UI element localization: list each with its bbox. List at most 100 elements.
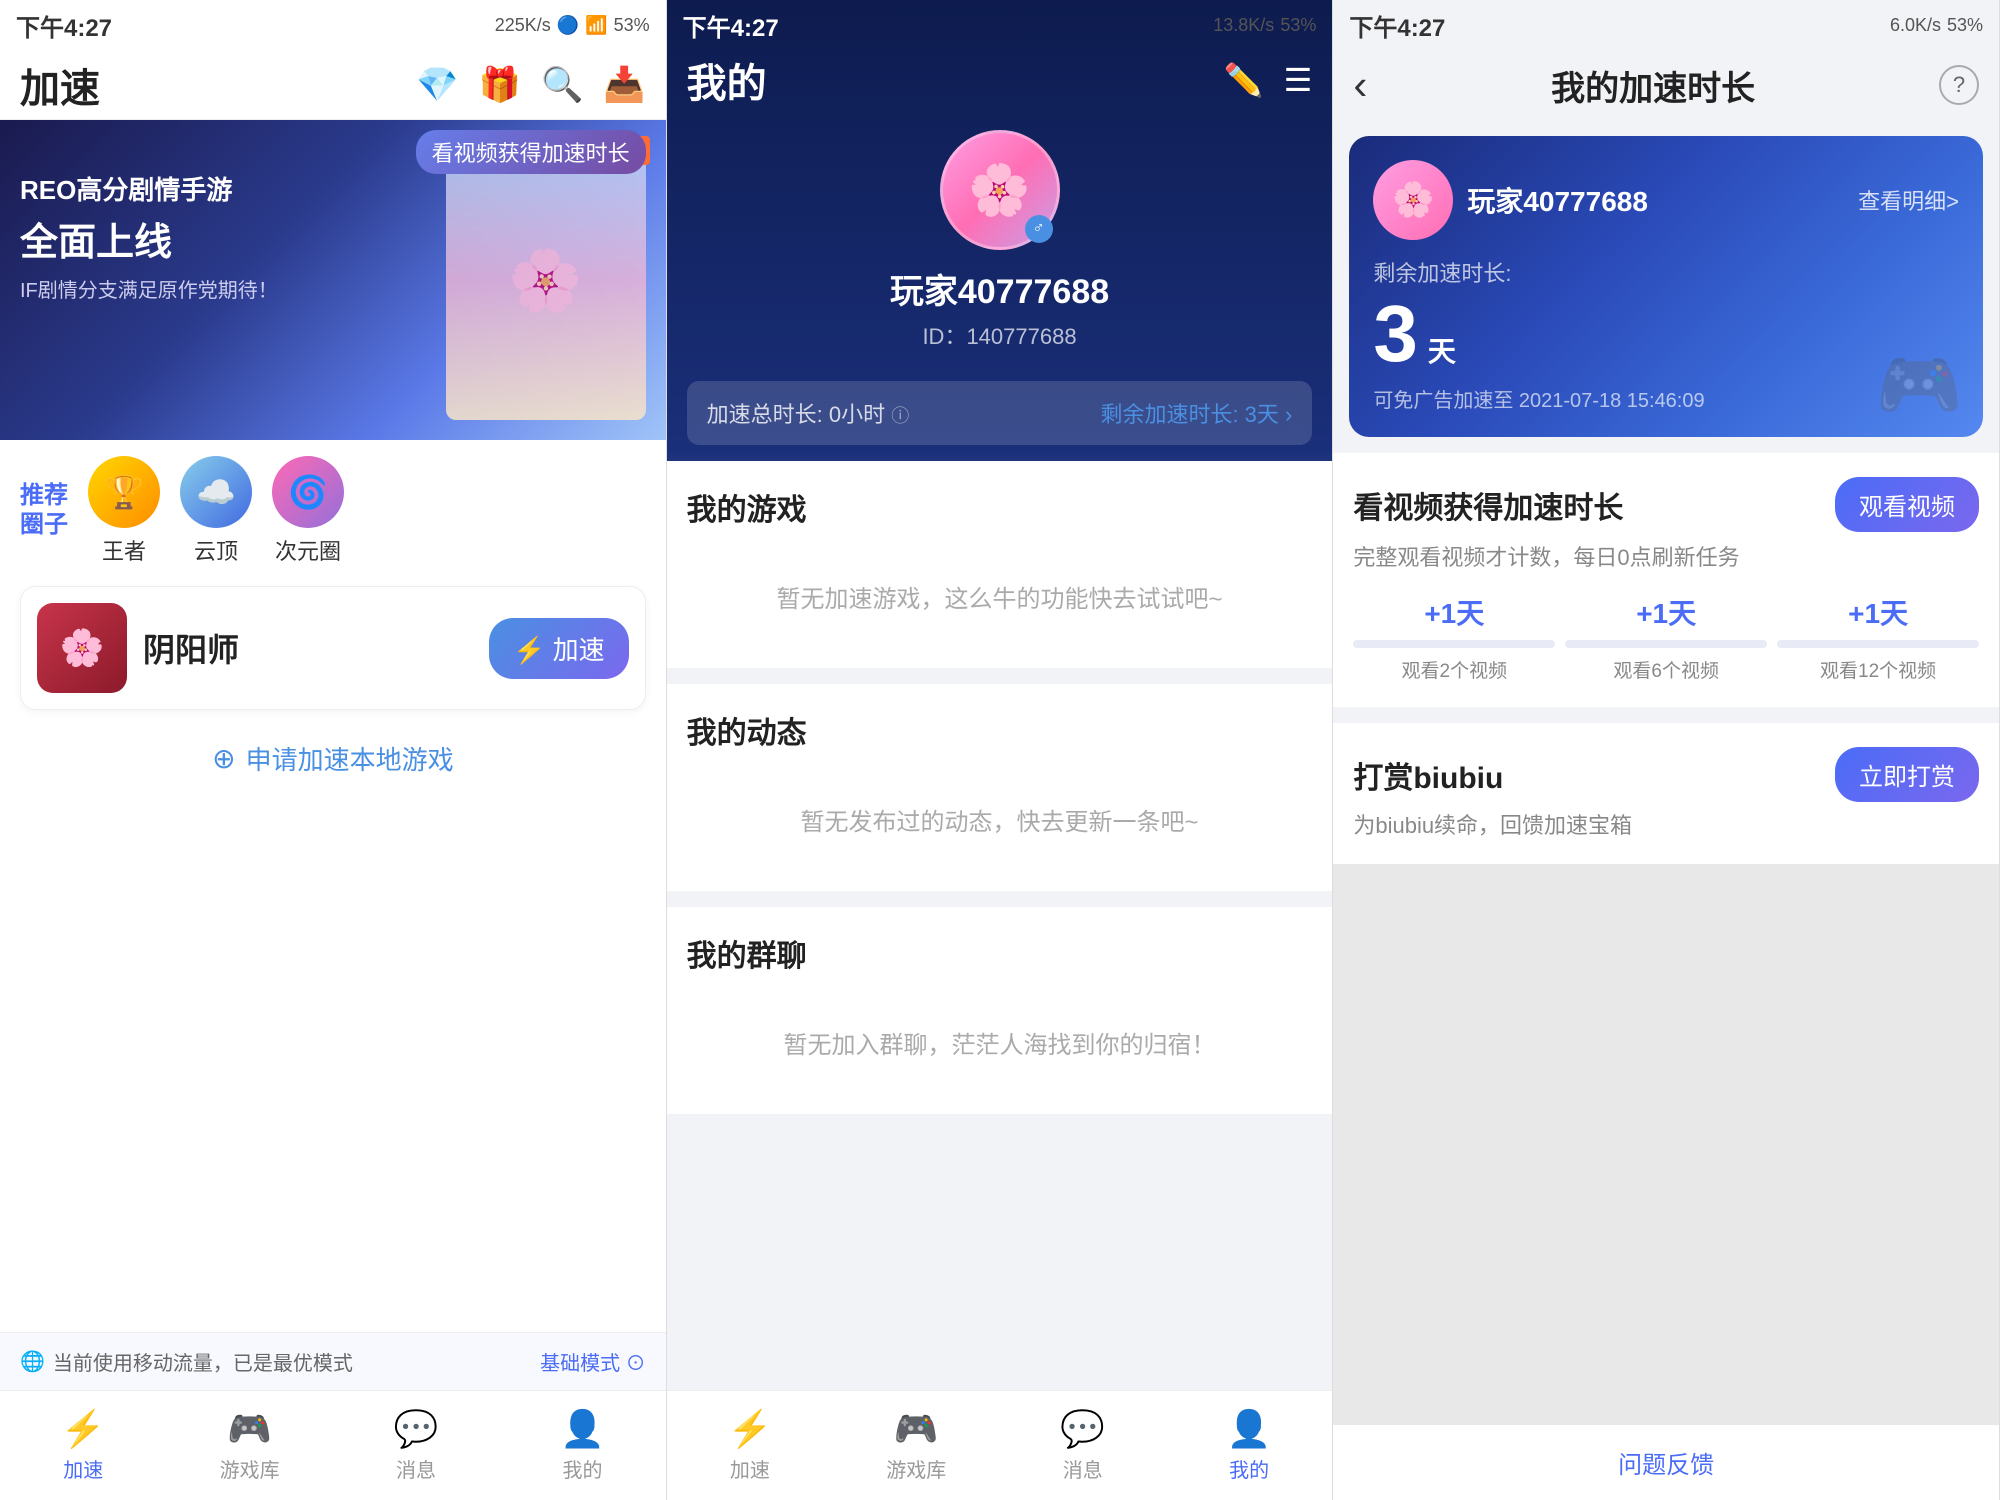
reward-item-2: +1天 观看6个视频 [1565, 592, 1767, 683]
profile-name: 玩家40777688 [890, 264, 1109, 313]
nav2-my-icon: 👤 [1227, 1408, 1272, 1450]
reward-bar-1 [1353, 640, 1555, 648]
plus-circle-icon: ⊕ [212, 742, 235, 775]
recommend-ciyuan[interactable]: 🌀 次元圈 [272, 456, 344, 566]
status-bar-3: 下午4:27 6.0K/s 53% [1333, 0, 1999, 50]
msg-nav-icon: 💬 [394, 1408, 439, 1450]
watch-video-button[interactable]: 观看视频 [1835, 477, 1979, 532]
status-icons-1: 225K/s 🔵 📶 53% [495, 15, 650, 36]
reward-item-1: +1天 观看2个视频 [1353, 592, 1555, 683]
reward-label-3: 观看12个视频 [1820, 656, 1936, 683]
remain-time[interactable]: 剩余加速时长: 3天 › [1100, 397, 1292, 429]
top-icons-2: ✏️ ☰ [1224, 61, 1313, 99]
battery-3: 53% [1947, 15, 1983, 36]
reward-title: 打赏biubiu [1353, 753, 1503, 797]
my-games-section: 我的游戏 暂无加速游戏，这么牛的功能快去试试吧~ [667, 461, 1333, 668]
nav2-messages[interactable]: 💬 消息 [1000, 1408, 1166, 1483]
reward-label-1: 观看2个视频 [1402, 656, 1508, 683]
bottom-nav-2: ⚡ 加速 🎮 游戏库 💬 消息 👤 我的 [667, 1390, 1333, 1500]
game-card: 🌸 阴阳师 ⚡ 加速 [20, 586, 646, 710]
video-rewards: +1天 观看2个视频 +1天 观看6个视频 +1天 [1353, 592, 1979, 683]
battery-2: 53% [1280, 15, 1316, 36]
banner-text: REO高分剧情手游 全面上线 IF剧情分支满足原作党期待！ [20, 170, 278, 303]
recommend-section: 推荐圈子 🏆 王者 ☁️ 云顶 🌀 次元圈 [0, 440, 666, 576]
remain-days: 3 [1373, 294, 1418, 374]
reward-bar-2 [1565, 640, 1767, 648]
time-1: 下午4:27 [16, 8, 112, 43]
menu-icon[interactable]: ☰ [1284, 61, 1313, 99]
reward-now-button[interactable]: 立即打赏 [1835, 747, 1979, 802]
nav-messages[interactable]: 💬 消息 [333, 1408, 499, 1483]
recommend-wangzhe[interactable]: 🏆 王者 [88, 456, 160, 566]
card-user: 🌸 玩家40777688 [1373, 160, 1648, 240]
view-detail-link[interactable]: 查看明细> [1858, 184, 1959, 216]
profile-id: ID：140777688 [922, 319, 1076, 351]
nav2-game-library[interactable]: 🎮 游戏库 [833, 1408, 999, 1483]
status-bar-2: 下午4:27 13.8K/s 53% [667, 0, 1333, 50]
recommend-label: 推荐圈子 [20, 482, 68, 540]
diamond-icon[interactable]: 💎 [416, 65, 458, 105]
expire-date: 可免广告加速至 2021-07-18 15:46:09 [1373, 384, 1959, 413]
my-groups-empty: 暂无加入群聊，茫茫人海找到你的归宿！ [687, 995, 1313, 1090]
watch-video-title: 看视频获得加速时长 [1353, 483, 1623, 527]
avatar-emoji: 🌸 [968, 161, 1030, 220]
game-name: 阴阳师 [143, 625, 473, 671]
panel-accel-time: 下午4:27 6.0K/s 53% ‹ 我的加速时长 ? 🌸 玩家4077768… [1333, 0, 2000, 1500]
banner-line1: REO高分剧情手游 [20, 170, 278, 207]
accel-nav-label: 加速 [63, 1454, 103, 1483]
nav2-my[interactable]: 👤 我的 [1166, 1408, 1332, 1483]
reward-bar-3 [1777, 640, 1979, 648]
profile-avatar: 🌸 ♂ [940, 130, 1060, 250]
my-nav-icon: 👤 [560, 1408, 605, 1450]
tip-text: 当前使用移动流量，已是最优模式 [53, 1347, 353, 1376]
nav-my[interactable]: 👤 我的 [499, 1408, 665, 1483]
reward-item-3: +1天 观看12个视频 [1777, 592, 1979, 683]
mode-link[interactable]: 基础模式 ⊙ [540, 1347, 646, 1376]
status-icons-3: 6.0K/s 53% [1890, 15, 1983, 36]
globe-icon: 🌐 [20, 1349, 45, 1374]
my-feed-section: 我的动态 暂无发布过的动态，快去更新一条吧~ [667, 684, 1333, 891]
yundin-name: 云顶 [194, 534, 238, 566]
speed-2: 13.8K/s [1213, 15, 1274, 36]
my-games-title: 我的游戏 [687, 485, 1313, 529]
edit-icon[interactable]: ✏️ [1224, 61, 1264, 99]
nav-game-library[interactable]: 🎮 游戏库 [166, 1408, 332, 1483]
accel-nav-icon: ⚡ [61, 1408, 106, 1450]
nav2-accelerate[interactable]: ⚡ 加速 [667, 1408, 833, 1483]
msg-nav-label: 消息 [396, 1454, 436, 1483]
controller-icon: 🎮 [1876, 345, 1963, 427]
page-title-2: 我的 [687, 51, 767, 109]
reward-plus-2: +1天 [1636, 592, 1696, 632]
wifi-icon: 📶 [585, 15, 607, 36]
accelerate-button[interactable]: ⚡ 加速 [489, 618, 629, 679]
nav2-game-icon: 🎮 [894, 1408, 939, 1450]
feedback-link[interactable]: 问题反馈 [1333, 1425, 1999, 1500]
gift-icon[interactable]: 🎁 [479, 65, 521, 105]
search-icon[interactable]: 🔍 [541, 65, 583, 105]
page-title-1: 加速 [20, 56, 100, 114]
my-feed-empty: 暂无发布过的动态，快去更新一条吧~ [687, 772, 1313, 867]
reward-label-2: 观看6个视频 [1613, 656, 1719, 683]
card-username: 玩家40777688 [1467, 180, 1648, 220]
nav2-my-label: 我的 [1229, 1454, 1269, 1483]
game-icon: 🌸 [37, 603, 127, 693]
nav-accelerate[interactable]: ⚡ 加速 [0, 1408, 166, 1483]
watch-video-tip[interactable]: 看视频获得加速时长 [416, 130, 646, 174]
game-nav-icon: 🎮 [227, 1408, 272, 1450]
ciyuan-name: 次元圈 [275, 534, 341, 566]
apply-local-game[interactable]: ⊕ 申请加速本地游戏 [0, 720, 666, 797]
gender-badge: ♂ [1025, 215, 1053, 243]
watch-video-section: 看视频获得加速时长 观看视频 完整观看视频才计数，每日0点刷新任务 +1天 观看… [1333, 453, 1999, 707]
time-3: 下午4:27 [1349, 8, 1445, 43]
back-button[interactable]: ‹ [1353, 61, 1367, 109]
page-title-3: 我的加速时长 [1383, 61, 1923, 110]
bluetooth-icon: 🔵 [557, 15, 579, 36]
apply-label: 申请加速本地游戏 [246, 740, 454, 777]
download-icon[interactable]: 📥 [603, 65, 645, 105]
reward-plus-1: +1天 [1424, 592, 1484, 632]
card-header: 🌸 玩家40777688 查看明细> [1373, 160, 1959, 240]
yundin-avatar: ☁️ [180, 456, 252, 528]
recommend-yundin[interactable]: ☁️ 云顶 [180, 456, 252, 566]
panel-my: 下午4:27 13.8K/s 53% 我的 ✏️ ☰ 🌸 ♂ 玩家4077768… [667, 0, 1334, 1500]
help-button[interactable]: ? [1939, 65, 1979, 105]
